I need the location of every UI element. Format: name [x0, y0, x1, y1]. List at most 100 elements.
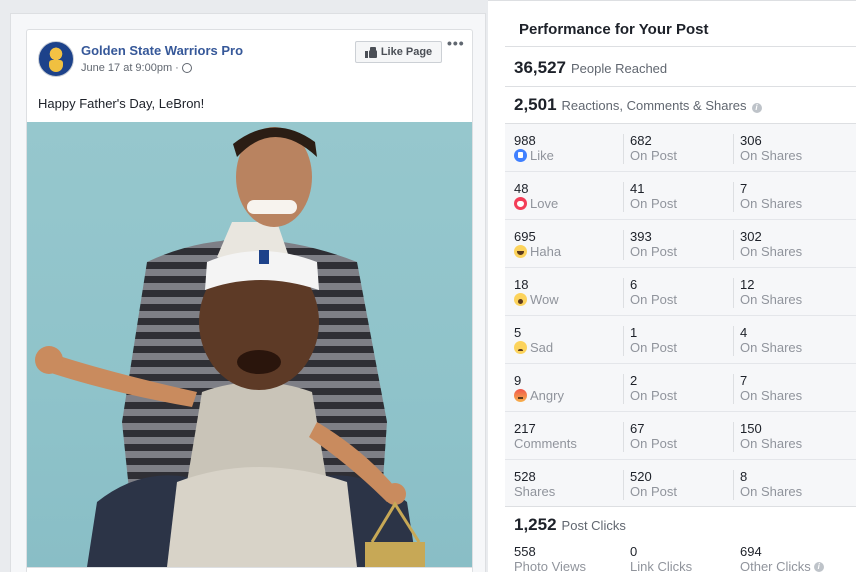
row-on-post: 67 On Post — [630, 421, 677, 452]
reaction-row-like: 988 Like 682 On Post 306 On Shares — [505, 124, 856, 172]
on-post-label: On Post — [630, 244, 677, 259]
column-divider — [623, 374, 624, 404]
row-on-shares: 150 On Shares — [740, 421, 803, 452]
on-shares-label: On Shares — [740, 436, 803, 451]
post-message: Happy Father's Day, LeBron! — [38, 96, 205, 111]
people-reached-value: 36,527 — [514, 58, 566, 77]
photo-views-label: Photo Views — [514, 559, 587, 572]
row-on-post: 1 On Post — [630, 326, 677, 356]
row-total-value: 5 — [514, 325, 522, 340]
row-label: Like — [514, 148, 554, 163]
row-on-shares: 8 On Shares — [740, 470, 802, 500]
column-divider — [733, 326, 734, 356]
row-on-shares: 12 On Shares — [740, 277, 802, 308]
row-total-value: 528 — [514, 469, 536, 484]
row-label: Haha — [514, 244, 561, 259]
row-total: 5 Sad — [514, 326, 553, 355]
column-divider — [623, 326, 624, 356]
row-on-shares: 302 On Shares — [740, 229, 802, 260]
like-page-label: Like Page — [380, 46, 433, 58]
row-total: 528 Shares — [514, 469, 555, 500]
row-on-post: 393 On Post — [630, 230, 677, 260]
post-footer — [27, 567, 472, 572]
like-page-button[interactable]: Like Page — [355, 41, 442, 63]
page-avatar[interactable] — [38, 41, 74, 77]
people-reached-label: People Reached — [571, 61, 668, 76]
row-on-post: 2 On Post — [630, 373, 677, 404]
on-shares-value: 150 — [740, 421, 762, 436]
row-label-text: Haha — [530, 244, 562, 259]
divider — [505, 86, 856, 87]
on-post-value: 2 — [630, 373, 638, 388]
reaction-row-haha: 695 Haha 393 On Post 302 On Shares — [505, 220, 856, 268]
link-clicks-label: Link Clicks — [630, 559, 693, 572]
engagement-stat: 2,501 Reactions, Comments & Shares i — [514, 95, 762, 115]
column-divider — [733, 374, 734, 404]
link-clicks-cell: 0 Link Clicks — [630, 545, 692, 572]
row-label-text: Angry — [530, 388, 564, 403]
row-label-text: Comments — [514, 436, 577, 451]
column-divider — [733, 278, 734, 308]
shares-row: 528 Shares 520 On Post 8 On Shares — [505, 460, 856, 508]
row-on-post: 41 On Post — [630, 181, 677, 212]
like-icon — [514, 149, 527, 162]
link-clicks-value: 0 — [630, 544, 638, 559]
photo-illustration — [35, 127, 425, 567]
row-label: Wow — [514, 292, 559, 307]
column-divider — [733, 134, 734, 164]
engagement-label: Reactions, Comments & Shares — [561, 98, 747, 113]
row-total-value: 18 — [514, 277, 529, 292]
row-label: Angry — [514, 388, 564, 403]
reaction-row-sad: 5 Sad 1 On Post 4 On Shares — [505, 316, 856, 364]
column-divider — [623, 230, 624, 260]
row-total: 9 Angry — [514, 374, 564, 403]
on-shares-value: 302 — [740, 229, 762, 244]
row-label: Sad — [514, 340, 553, 355]
page-name-link[interactable]: Golden State Warriors Pro — [81, 43, 243, 58]
row-on-shares: 4 On Shares — [740, 325, 803, 356]
row-total-value: 217 — [514, 421, 536, 436]
post-preview-container: Golden State Warriors Pro June 17 at 9:0… — [10, 13, 486, 572]
row-on-shares: 306 On Shares — [740, 133, 802, 164]
on-post-label: On Post — [630, 436, 677, 451]
on-post-value: 6 — [630, 277, 638, 292]
other-clicks-value: 694 — [740, 544, 762, 559]
info-icon[interactable]: i — [751, 103, 762, 113]
row-on-post: 682 On Post — [630, 134, 677, 164]
row-total-value: 9 — [514, 373, 522, 388]
row-total: 695 Haha — [514, 230, 561, 259]
row-total-value: 695 — [514, 229, 536, 244]
comments-row: 217 Comments 67 On Post 150 On Shares — [505, 412, 856, 460]
row-label-text: Sad — [530, 340, 554, 355]
on-post-value: 41 — [630, 181, 645, 196]
on-shares-value: 306 — [740, 133, 762, 148]
row-total: 48 Love — [514, 182, 558, 211]
sad-icon — [514, 341, 527, 354]
info-icon[interactable]: i — [813, 561, 824, 572]
on-post-label: On Post — [630, 340, 677, 355]
thumbs-up-icon — [364, 47, 377, 58]
post-card: Golden State Warriors Pro June 17 at 9:0… — [26, 29, 473, 572]
on-post-value: 520 — [630, 469, 652, 484]
post-clicks-value: 1,252 — [514, 515, 557, 534]
on-post-label: On Post — [630, 292, 677, 307]
on-post-value: 67 — [630, 421, 645, 436]
on-shares-value: 4 — [740, 325, 748, 340]
post-date-link[interactable]: June 17 at 9:00pm — [81, 62, 172, 74]
post-clicks-label: Post Clicks — [561, 518, 626, 533]
column-divider — [623, 134, 624, 164]
on-shares-value: 7 — [740, 373, 748, 388]
on-shares-label: On Shares — [740, 340, 803, 355]
people-reached-stat: 36,527 People Reached — [514, 58, 667, 78]
photo-views-value: 558 — [514, 544, 536, 559]
row-on-shares: 7 On Shares — [740, 182, 802, 212]
meta-separator: · — [175, 62, 179, 74]
post-photo[interactable] — [27, 122, 472, 567]
row-on-post: 6 On Post — [630, 277, 677, 308]
other-clicks-cell: 694 Other Clicks i — [740, 545, 824, 572]
more-options-icon[interactable]: ••• — [447, 36, 465, 51]
haha-icon — [514, 245, 527, 258]
row-total: 988 Like — [514, 134, 554, 163]
on-shares-value: 12 — [740, 277, 755, 292]
globe-icon — [181, 63, 192, 73]
